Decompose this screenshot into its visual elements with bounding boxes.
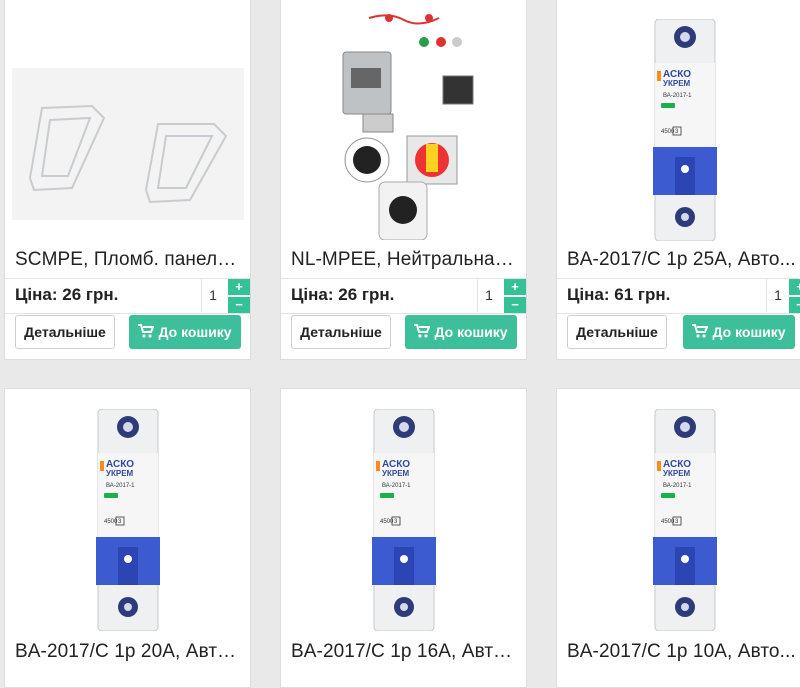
- product-image[interactable]: АСКО УКРЕМ ВА-2017-1 4500 3: [557, 0, 800, 245]
- product-price: Ціна: 26 грн.: [291, 285, 395, 304]
- price-bar: Ціна: 61 грн. 1 + −: [557, 278, 800, 314]
- svg-text:ВА-2017-1: ВА-2017-1: [663, 93, 692, 99]
- product-title[interactable]: NL-MPEE, Нейтральна к...: [291, 249, 518, 275]
- product-card: SCMPE, Пломб. панель ... Ціна: 26 грн. 1…: [4, 0, 251, 360]
- product-image[interactable]: [5, 0, 250, 245]
- cart-icon: [414, 316, 431, 350]
- product-image[interactable]: АСКО УКРЕМ ВА-2017-1 4500 3: [557, 389, 800, 639]
- quantity-stepper: + −: [789, 279, 800, 313]
- svg-text:ВА-2017-1: ВА-2017-1: [382, 483, 411, 489]
- product-image[interactable]: АСКО УКРЕМ ВА-2017-1 4500 3: [5, 389, 250, 639]
- product-title[interactable]: BA-2017/C 1p 10A, Авто...: [567, 641, 800, 667]
- add-to-cart-button[interactable]: До кошику: [129, 315, 241, 349]
- svg-text:УКРЕМ: УКРЕМ: [663, 469, 691, 478]
- svg-text:ВА-2017-1: ВА-2017-1: [106, 483, 135, 489]
- svg-text:УКРЕМ: УКРЕМ: [382, 469, 410, 478]
- product-title[interactable]: SCMPE, Пломб. панель ...: [15, 249, 242, 275]
- quantity-stepper: + −: [228, 279, 250, 313]
- product-card: АСКО УКРЕМ ВА-2017-1 4500 3 BA-2017/C 1p…: [556, 0, 800, 360]
- add-to-cart-label: До кошику: [434, 324, 508, 340]
- product-image[interactable]: [281, 0, 526, 245]
- increase-button[interactable]: +: [228, 279, 250, 295]
- svg-text:УКРЕМ: УКРЕМ: [106, 469, 134, 478]
- product-card: АСКО УКРЕМ ВА-2017-1 4500 3 BA-2017/C 1p…: [4, 388, 251, 688]
- svg-text:УКРЕМ: УКРЕМ: [663, 79, 691, 88]
- quantity-input[interactable]: 1: [477, 279, 500, 312]
- product-price: Ціна: 61 грн.: [567, 285, 671, 304]
- decrease-button[interactable]: −: [228, 297, 250, 313]
- price-bar: Ціна: 26 грн. 1 + −: [5, 278, 250, 314]
- decrease-button[interactable]: −: [789, 297, 800, 313]
- product-title[interactable]: BA-2017/C 1p 16A, Авто...: [291, 641, 518, 667]
- quantity-stepper: + −: [504, 279, 526, 313]
- add-to-cart-button[interactable]: До кошику: [405, 315, 517, 349]
- cart-icon: [692, 316, 709, 350]
- cart-icon: [138, 316, 155, 350]
- add-to-cart-label: До кошику: [158, 324, 232, 340]
- price-bar: Ціна: 26 грн. 1 + −: [281, 278, 526, 314]
- quantity-input[interactable]: 1: [201, 279, 224, 312]
- decrease-button[interactable]: −: [504, 297, 526, 313]
- product-card: АСКО УКРЕМ ВА-2017-1 4500 3 BA-2017/C 1p…: [556, 388, 800, 688]
- product-card: NL-MPEE, Нейтральна к... Ціна: 26 грн. 1…: [280, 0, 527, 360]
- increase-button[interactable]: +: [789, 279, 800, 295]
- details-button[interactable]: Детальніше: [15, 315, 115, 349]
- details-button[interactable]: Детальніше: [291, 315, 391, 349]
- product-title[interactable]: BA-2017/C 1p 25A, Авто...: [567, 249, 800, 275]
- product-image[interactable]: АСКО УКРЕМ ВА-2017-1 4500 3: [281, 389, 526, 639]
- add-to-cart-label: До кошику: [712, 324, 786, 340]
- add-to-cart-button[interactable]: До кошику: [683, 315, 795, 349]
- product-title[interactable]: BA-2017/C 1p 20A, Авто...: [15, 641, 242, 667]
- svg-text:ВА-2017-1: ВА-2017-1: [663, 483, 692, 489]
- product-price: Ціна: 26 грн.: [15, 285, 119, 304]
- details-button[interactable]: Детальніше: [567, 315, 667, 349]
- quantity-input[interactable]: 1: [766, 279, 789, 312]
- product-card: АСКО УКРЕМ ВА-2017-1 4500 3 BA-2017/C 1p…: [280, 388, 527, 688]
- increase-button[interactable]: +: [504, 279, 526, 295]
